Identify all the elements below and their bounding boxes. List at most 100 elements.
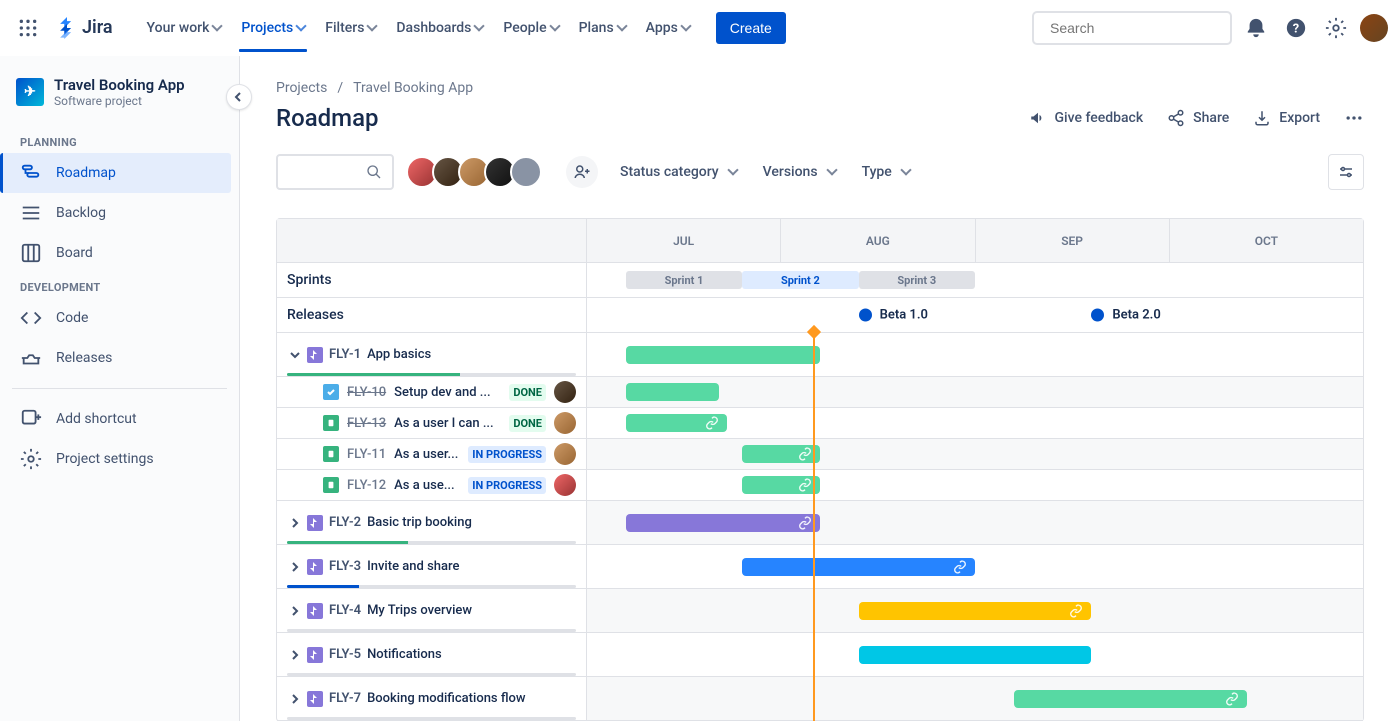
issue-key[interactable]: FLY-7 — [329, 691, 361, 706]
epic-row[interactable]: FLY-4 My Trips overview — [277, 589, 587, 632]
epic-bar[interactable] — [626, 514, 820, 532]
search-input[interactable] — [1050, 20, 1231, 36]
issue-key[interactable]: FLY-12 — [347, 478, 386, 493]
assignee-avatar[interactable] — [554, 474, 576, 496]
add-people-button[interactable] — [566, 156, 598, 188]
status-category-filter[interactable]: Status category — [616, 158, 741, 186]
story-row[interactable]: FLY-13 As a user I can ... DONE — [277, 408, 587, 438]
month-header: JUL — [587, 219, 781, 262]
app-switcher-icon[interactable] — [12, 12, 44, 44]
assignee-avatar[interactable] — [554, 412, 576, 434]
profile-avatar[interactable] — [1360, 14, 1388, 42]
epic-bar[interactable] — [859, 646, 1092, 664]
story-row[interactable]: FLY-12 As a use... IN PROGRESS — [277, 470, 587, 500]
sprint-pill[interactable]: Sprint 1 — [626, 271, 742, 289]
type-filter[interactable]: Type — [858, 158, 914, 186]
status-badge: DONE — [509, 384, 546, 401]
issue-key[interactable]: FLY-3 — [329, 559, 361, 574]
breadcrumb: Projects / Travel Booking App — [276, 80, 1364, 96]
sprint-pill[interactable]: Sprint 3 — [859, 271, 975, 289]
project-header[interactable]: ✈ Travel Booking App Software project — [8, 76, 231, 128]
nav-projects[interactable]: Projects — [231, 4, 315, 52]
more-actions-button[interactable] — [1344, 108, 1364, 128]
progress-bar — [287, 585, 576, 588]
nav-people[interactable]: People — [493, 4, 568, 52]
story-bar[interactable] — [742, 476, 820, 494]
chevron-down-icon[interactable] — [287, 347, 303, 363]
epic-bar[interactable] — [859, 602, 1092, 620]
issue-key[interactable]: FLY-11 — [347, 447, 386, 462]
epic-icon — [307, 347, 323, 363]
nav-filters[interactable]: Filters — [315, 4, 386, 52]
nav-your-work[interactable]: Your work — [137, 4, 232, 52]
issue-title: Invite and share — [367, 559, 576, 574]
chevron-right-icon[interactable] — [287, 691, 303, 707]
issue-search[interactable] — [276, 154, 394, 190]
chevron-down-icon — [727, 164, 738, 175]
story-row[interactable]: FLY-11 As a user... IN PROGRESS — [277, 439, 587, 469]
story-bar[interactable] — [742, 445, 820, 463]
epic-row[interactable]: FLY-7 Booking modifications flow — [277, 677, 587, 720]
chevron-right-icon[interactable] — [287, 647, 303, 663]
story-icon — [323, 446, 339, 462]
sidebar-item-roadmap[interactable]: Roadmap — [0, 153, 231, 193]
project-name: Travel Booking App — [54, 76, 185, 94]
sprint-pill[interactable]: Sprint 2 — [742, 271, 858, 289]
epic-row[interactable]: FLY-5 Notifications — [277, 633, 587, 676]
epic-row[interactable]: FLY-2 Basic trip booking — [277, 501, 587, 544]
story-icon — [323, 415, 339, 431]
assignee-filter-avatars[interactable] — [412, 156, 542, 188]
sidebar-item-backlog[interactable]: Backlog — [8, 193, 231, 233]
svg-text:?: ? — [1293, 21, 1299, 36]
chevron-right-icon[interactable] — [287, 559, 303, 575]
share-button[interactable]: Share — [1167, 109, 1229, 127]
release-marker[interactable]: Beta 1.0 — [859, 308, 928, 323]
issue-key[interactable]: FLY-13 — [347, 416, 386, 431]
sidebar-item-releases[interactable]: Releases — [8, 338, 231, 378]
sidebar-item-code[interactable]: Code — [8, 298, 231, 338]
versions-filter[interactable]: Versions — [759, 158, 840, 186]
nav-apps[interactable]: Apps — [636, 4, 700, 52]
epic-row[interactable]: FLY-1 App basics — [277, 333, 587, 376]
sidebar-add-shortcut[interactable]: Add shortcut — [8, 399, 231, 439]
chevron-down-icon — [296, 20, 307, 31]
story-bar[interactable] — [626, 383, 719, 401]
avatar-unassigned[interactable] — [510, 156, 542, 188]
epic-bar[interactable] — [626, 346, 820, 364]
issue-key[interactable]: FLY-1 — [329, 347, 361, 362]
issue-key[interactable]: FLY-2 — [329, 515, 361, 530]
release-marker[interactable]: Beta 2.0 — [1091, 308, 1160, 323]
issue-key[interactable]: FLY-4 — [329, 603, 361, 618]
export-button[interactable]: Export — [1253, 109, 1320, 127]
progress-bar — [287, 373, 576, 376]
chevron-right-icon[interactable] — [287, 603, 303, 619]
issue-key[interactable]: FLY-10 — [347, 385, 386, 400]
epic-bar[interactable] — [1014, 690, 1247, 708]
story-row[interactable]: FLY-10 Setup dev and ... DONE — [277, 377, 587, 407]
story-bar[interactable] — [626, 414, 727, 432]
help-icon[interactable]: ? — [1280, 12, 1312, 44]
sidebar-item-board[interactable]: Board — [8, 233, 231, 273]
view-settings-button[interactable] — [1328, 154, 1364, 190]
issue-key[interactable]: FLY-5 — [329, 647, 361, 662]
sidebar-project-settings[interactable]: Project settings — [8, 439, 231, 479]
breadcrumb-projects[interactable]: Projects — [276, 80, 327, 96]
jira-logo[interactable]: Jira — [48, 17, 121, 39]
nav-dashboards[interactable]: Dashboards — [386, 4, 493, 52]
global-search[interactable] — [1032, 11, 1232, 45]
epic-bar[interactable] — [742, 558, 975, 576]
settings-icon[interactable] — [1320, 12, 1352, 44]
assignee-avatar[interactable] — [554, 443, 576, 465]
create-button[interactable]: Create — [716, 12, 786, 44]
breadcrumb-current[interactable]: Travel Booking App — [353, 80, 473, 96]
search-icon — [366, 164, 382, 180]
epic-row[interactable]: FLY-3 Invite and share — [277, 545, 587, 588]
chevron-right-icon[interactable] — [287, 515, 303, 531]
notifications-icon[interactable] — [1240, 12, 1272, 44]
assignee-avatar[interactable] — [554, 381, 576, 403]
nav-plans[interactable]: Plans — [569, 4, 636, 52]
issue-title: Setup dev and ... — [394, 385, 507, 400]
give-feedback-button[interactable]: Give feedback — [1029, 109, 1144, 127]
link-icon — [798, 447, 812, 461]
status-badge: IN PROGRESS — [468, 477, 546, 494]
